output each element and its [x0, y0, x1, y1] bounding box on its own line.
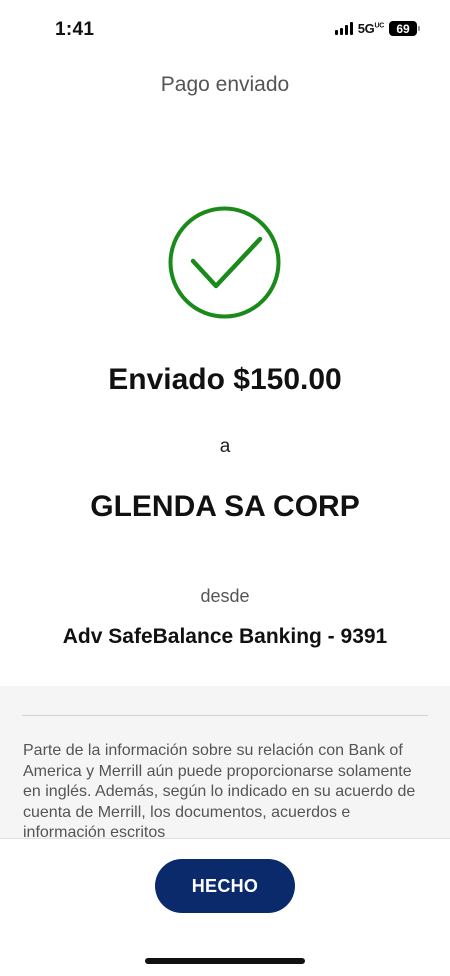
battery-cap — [418, 26, 420, 31]
divider — [22, 715, 428, 716]
signal-bars-icon — [334, 22, 353, 35]
disclaimer-text: Parte de la información sobre su relació… — [23, 742, 416, 838]
done-button[interactable]: HECHO — [155, 859, 295, 913]
recipient-name: GLENDA SA CORP — [90, 490, 360, 523]
battery-level: 69 — [396, 21, 410, 36]
checkmark-circle-icon — [168, 206, 281, 319]
from-label: desde — [200, 586, 250, 606]
sent-amount: Enviado $150.00 — [108, 363, 342, 396]
from-account: Adv SafeBalance Banking - 9391 — [62, 625, 388, 648]
status-indicators: 5GUC 69 — [334, 21, 420, 36]
battery-icon: 69 — [389, 21, 417, 36]
status-time: 1:41 — [55, 19, 95, 40]
page-title: Pago enviado — [160, 73, 290, 96]
to-label: a — [219, 436, 231, 457]
status-bar: 1:41 5GUC 69 — [0, 0, 450, 58]
network-label: 5GUC — [357, 21, 385, 36]
home-indicator[interactable] — [145, 958, 305, 964]
